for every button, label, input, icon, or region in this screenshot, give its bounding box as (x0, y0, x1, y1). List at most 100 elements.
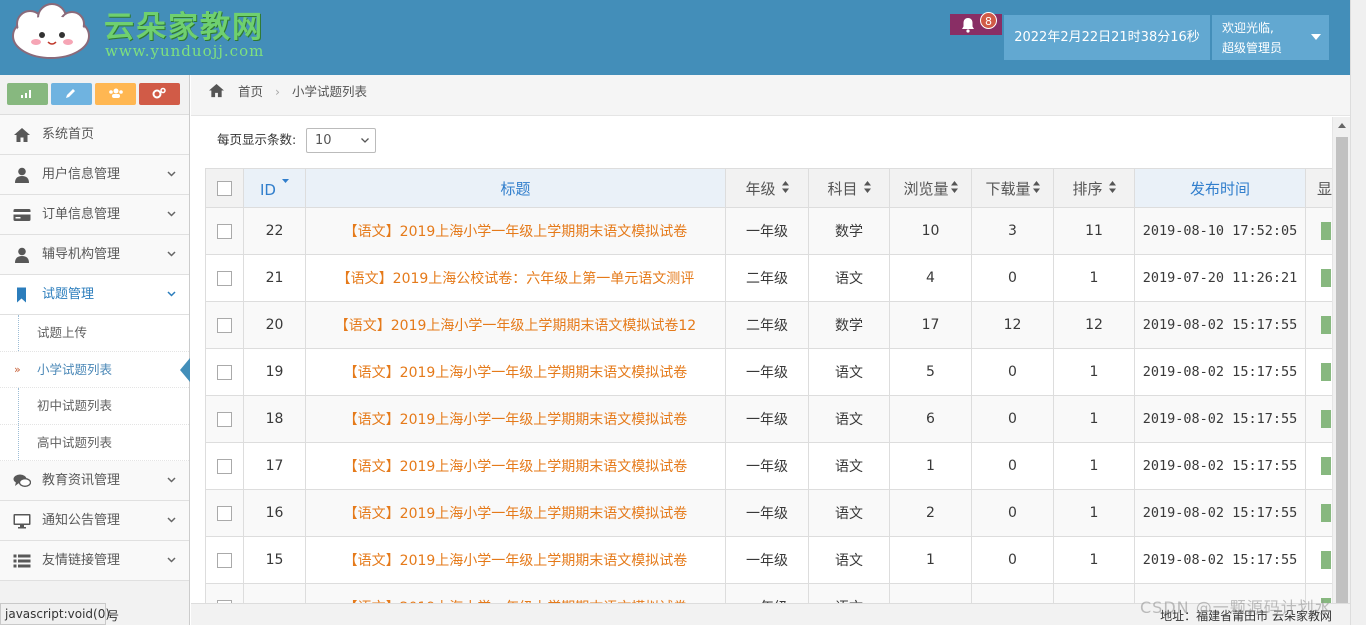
column-header-order[interactable]: 排序 (1053, 168, 1135, 208)
cell-order (1053, 583, 1135, 603)
cell-id (243, 583, 306, 603)
sidebar-item-label: 用户信息管理 (42, 167, 121, 182)
chevron-down-icon (167, 251, 176, 257)
status-toggle-button[interactable] (1321, 551, 1331, 569)
column-header-subject[interactable]: 科目 (808, 168, 890, 208)
cell-grade: 二年级 (725, 254, 809, 302)
cell-published: 2019-08-02 15:17:55 (1134, 395, 1306, 443)
cell-grade: 一年级 (725, 442, 809, 490)
breadcrumb: 首页 › 小学试题列表 (191, 75, 1350, 116)
row-checkbox[interactable] (217, 270, 232, 286)
window-scrollbar[interactable] (1350, 0, 1366, 625)
notification-button[interactable]: 8 (950, 12, 1002, 35)
row-select-cell (205, 301, 244, 349)
cell-id: 21 (243, 254, 306, 302)
column-header-downloads[interactable]: 下载量 (971, 168, 1054, 208)
cell-downloads: 0 (971, 254, 1054, 302)
cell-status (1305, 254, 1332, 302)
cell-id: 20 (243, 301, 306, 349)
cell-title-link[interactable]: 【语文】2019上海小学一年级上学期期末语文模拟试卷 (305, 536, 726, 584)
cell-views: 6 (889, 395, 972, 443)
cell-downloads: 0 (971, 536, 1054, 584)
group-icon (109, 88, 123, 98)
sidebar-item-links-management[interactable]: 友情链接管理 (0, 541, 189, 581)
cell-title-link[interactable]: 【语文】2019上海小学一年级上学期期末语文模拟试卷 (305, 207, 726, 255)
cell-order: 1 (1053, 348, 1135, 396)
cell-id: 17 (243, 442, 306, 490)
list-icon (13, 554, 31, 568)
breadcrumb-home-link[interactable]: 首页 (238, 84, 263, 99)
sidebar-item-education-news[interactable]: 教育资讯管理 (0, 461, 189, 501)
row-checkbox[interactable] (217, 364, 232, 380)
content-scrollbar[interactable] (1332, 117, 1350, 603)
status-toggle-button[interactable] (1321, 457, 1331, 475)
shortcut-bar (0, 75, 189, 115)
submenu-item-label: 初中试题列表 (37, 398, 113, 413)
user-icon (15, 247, 29, 263)
settings-shortcut-button[interactable] (139, 83, 180, 105)
submenu-item-middle-list[interactable]: 初中试题列表 (0, 388, 189, 425)
submenu-item-high-list[interactable]: 高中试题列表 (0, 424, 189, 461)
status-toggle-button[interactable] (1321, 410, 1331, 428)
row-select-cell (205, 254, 244, 302)
submenu-item-primary-list[interactable]: » 小学试题列表 (0, 352, 190, 388)
row-select-cell (205, 348, 244, 396)
status-toggle-button[interactable] (1321, 316, 1331, 334)
row-checkbox[interactable] (217, 411, 232, 427)
cell-title-link[interactable]: 【语文】2019上海公校试卷：六年级上第一单元语文测评 (305, 254, 726, 302)
row-checkbox[interactable] (217, 552, 232, 568)
sidebar-item-home[interactable]: 系统首页 (0, 115, 189, 155)
column-header-id[interactable]: ID (243, 168, 306, 208)
stats-shortcut-button[interactable] (7, 83, 48, 105)
per-page-select[interactable]: 10 (306, 128, 376, 153)
cell-published: 2019-08-02 15:17:55 (1134, 301, 1306, 349)
users-shortcut-button[interactable] (95, 83, 136, 105)
scrollbar-thumb[interactable] (1336, 137, 1348, 603)
pencil-icon (66, 89, 75, 98)
scroll-up-arrow[interactable] (1338, 123, 1346, 128)
row-checkbox[interactable] (217, 458, 232, 474)
desktop-icon (13, 514, 31, 529)
cell-grade: 一年级 (725, 348, 809, 396)
column-header-views[interactable]: 浏览量 (889, 168, 972, 208)
row-checkbox[interactable] (217, 317, 232, 333)
cloud-mascot-icon (12, 3, 90, 59)
cell-title-link[interactable]: 【语文】2019上海小学一年级上学期期末语文模拟试卷 (305, 348, 726, 396)
sidebar-item-order-management[interactable]: 订单信息管理 (0, 195, 189, 235)
cell-title-link[interactable]: 【语文】2019上海小学一年级上学期期末语文模拟试卷 (305, 489, 726, 537)
site-logo[interactable]: 云朵家教网 www.yunduojj.com (8, 2, 278, 64)
submenu-item-upload[interactable]: 试题上传 (0, 315, 189, 352)
select-all-checkbox[interactable] (217, 181, 232, 196)
user-menu[interactable]: 欢迎光临, 超级管理员 (1212, 15, 1329, 60)
table-row: 19 【语文】2019上海小学一年级上学期期末语文模拟试卷 一年级 语文 5 0 1 2019… (205, 348, 1332, 396)
cell-title-link[interactable]: 【语文】2019上海小学一年级上学期期末语文模拟试卷 (305, 395, 726, 443)
status-toggle-button[interactable] (1321, 504, 1331, 522)
current-datetime: 2022年2月22日21时38分16秒 (1004, 15, 1210, 60)
cell-subject: 语文 (808, 583, 890, 603)
status-toggle-button[interactable] (1321, 363, 1331, 381)
cell-title-link[interactable]: 【语文】2019上海小学一年级上学期期末语文模拟试卷12 (305, 301, 726, 349)
column-header-published[interactable]: 发布时间 (1134, 168, 1306, 208)
column-header-title[interactable]: 标题 (305, 168, 726, 208)
sidebar-item-exam-management[interactable]: 试题管理 (0, 275, 189, 315)
row-checkbox[interactable] (217, 505, 232, 521)
status-toggle-button[interactable] (1321, 269, 1331, 287)
cell-grade: 二年级 (725, 301, 809, 349)
breadcrumb-current: 小学试题列表 (291, 84, 367, 99)
cell-order: 1 (1053, 536, 1135, 584)
sidebar-item-user-management[interactable]: 用户信息管理 (0, 155, 189, 195)
chevron-down-icon (167, 557, 176, 563)
column-header-status[interactable]: 显 (1305, 168, 1332, 208)
status-toggle-button[interactable] (1321, 222, 1331, 240)
logo-url: www.yunduojj.com (105, 42, 265, 60)
column-header-grade[interactable]: 年级 (725, 168, 809, 208)
sidebar-item-notice-management[interactable]: 通知公告管理 (0, 501, 189, 541)
sidebar-item-tutoring-org-management[interactable]: 辅导机构管理 (0, 235, 189, 275)
cell-status (1305, 489, 1332, 537)
sidebar: 系统首页 用户信息管理 订单信息管理 辅导机构管理 试题管理 试题上传 » 小学… (0, 75, 190, 625)
chevron-down-icon (167, 477, 176, 483)
edit-shortcut-button[interactable] (51, 83, 92, 105)
cell-title-link[interactable]: 【语文】2019上海小学一年级上学期期末语文模拟试卷 (305, 442, 726, 490)
row-checkbox[interactable] (217, 223, 232, 239)
cell-title-link[interactable]: 【语文】2019上海小学一年级上学期期末语文模拟试卷 (305, 583, 726, 603)
